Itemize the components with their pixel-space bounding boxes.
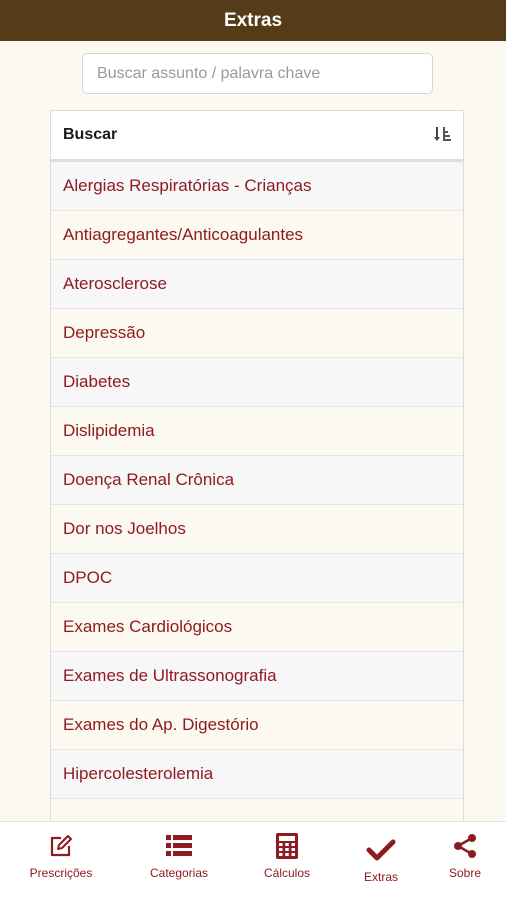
topic-row[interactable]: Dislipidemia [51, 407, 463, 456]
topic-row[interactable]: Diabetes [51, 358, 463, 407]
nav-label: Extras [363, 870, 398, 884]
topic-row[interactable]: Exames do Ap. Digestório [51, 701, 463, 750]
top-bar: Extras [0, 0, 506, 41]
sort-alpha-icon[interactable] [433, 125, 453, 145]
topic-row[interactable]: Doença Renal Crônica [51, 456, 463, 505]
topic-row[interactable]: Alergias Respiratórias - Crianças [51, 162, 463, 211]
nav-calculos[interactable]: Cálculos [247, 822, 327, 901]
topic-row-partial[interactable] [51, 799, 463, 823]
topic-row[interactable]: Dor nos Joelhos [51, 505, 463, 554]
bottom-nav: Prescrições Categorias Cálculos Extras S… [0, 821, 506, 901]
topic-row[interactable]: Hipercolesterolemia [51, 750, 463, 799]
nav-extras[interactable]: Extras [351, 822, 411, 901]
topic-row[interactable]: Exames de Ultrassonografia [51, 652, 463, 701]
topic-row[interactable]: DPOC [51, 554, 463, 603]
nav-label: Categorias [149, 866, 209, 880]
nav-label: Prescrições [29, 866, 93, 880]
topic-list: Alergias Respiratórias - Crianças Antiag… [51, 162, 463, 823]
table-header: Buscar [51, 111, 463, 162]
nav-label: Cálculos [263, 866, 311, 880]
search-input[interactable] [82, 53, 433, 94]
nav-sobre[interactable]: Sobre [440, 822, 490, 901]
check-icon [366, 836, 396, 864]
edit-icon [48, 832, 74, 860]
column-header: Buscar [63, 126, 118, 143]
nav-label: Sobre [448, 866, 482, 880]
list-icon [165, 832, 193, 860]
calculator-icon [275, 832, 299, 860]
topics-table: Buscar Alergias Respiratórias - Crianças… [50, 110, 464, 823]
topic-row[interactable]: Aterosclerose [51, 260, 463, 309]
topic-row[interactable]: Depressão [51, 309, 463, 358]
share-icon [452, 832, 478, 860]
topic-row[interactable]: Exames Cardiológicos [51, 603, 463, 652]
page-title: Extras [223, 9, 283, 31]
nav-prescricoes[interactable]: Prescrições [21, 822, 101, 901]
topic-row[interactable]: Antiagregantes/Anticoagulantes [51, 211, 463, 260]
search-box [82, 53, 433, 94]
nav-categorias[interactable]: Categorias [139, 822, 219, 901]
